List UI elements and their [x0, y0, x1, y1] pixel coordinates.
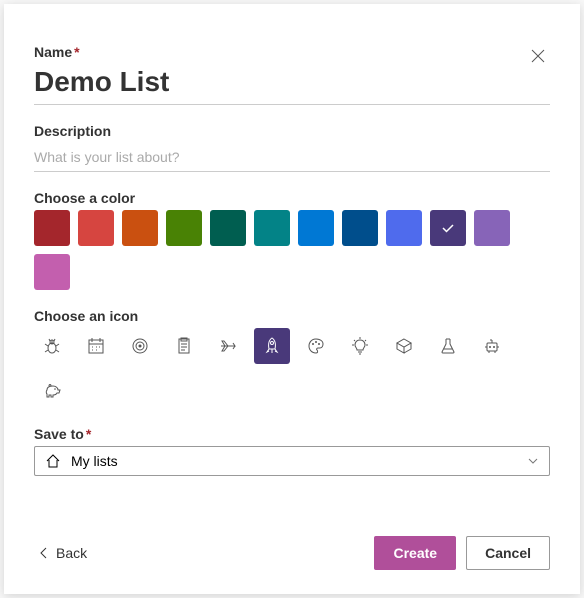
color-swatch-dark-blue[interactable] [342, 210, 378, 246]
bug-icon [42, 336, 62, 356]
description-input[interactable] [34, 143, 550, 172]
icon-option-clipboard[interactable] [166, 328, 202, 364]
save-to-field: Save to* My lists [34, 426, 550, 476]
icon-option-piggy-bank[interactable] [34, 372, 70, 408]
name-label: Name* [34, 44, 550, 60]
color-swatch-indigo[interactable] [386, 210, 422, 246]
name-input[interactable] [34, 64, 550, 105]
airplane-icon [218, 336, 238, 356]
back-label: Back [56, 545, 87, 561]
home-icon [45, 453, 61, 469]
color-swatch-dark-teal[interactable] [210, 210, 246, 246]
lightbulb-icon [350, 336, 370, 356]
icon-option-robot[interactable] [474, 328, 510, 364]
cube-icon [394, 336, 414, 356]
color-swatch-red[interactable] [78, 210, 114, 246]
icon-option-calendar[interactable] [78, 328, 114, 364]
color-swatch-orange[interactable] [122, 210, 158, 246]
rocket-icon [262, 336, 282, 356]
icon-option-flask[interactable] [430, 328, 466, 364]
color-swatch-purple[interactable] [474, 210, 510, 246]
calendar-icon [86, 336, 106, 356]
color-swatch-dark-red[interactable] [34, 210, 70, 246]
check-icon [440, 220, 456, 236]
required-mark: * [74, 44, 79, 60]
icon-option-bug[interactable] [34, 328, 70, 364]
description-label: Description [34, 123, 550, 139]
description-field: Description [34, 123, 550, 172]
clipboard-icon [174, 336, 194, 356]
chevron-left-icon [38, 546, 50, 560]
icon-option-cube[interactable] [386, 328, 422, 364]
icon-grid [34, 328, 550, 408]
cancel-button[interactable]: Cancel [466, 536, 550, 570]
create-list-modal: Name* Description Choose a color Choose … [4, 4, 580, 594]
color-swatch-dark-purple[interactable] [430, 210, 466, 246]
color-label: Choose a color [34, 190, 550, 206]
save-to-select[interactable]: My lists [34, 446, 550, 476]
palette-icon [306, 336, 326, 356]
required-mark: * [86, 426, 91, 442]
icon-field: Choose an icon [34, 308, 550, 408]
color-swatches [34, 210, 550, 290]
color-field: Choose a color [34, 190, 550, 290]
save-to-value: My lists [71, 453, 118, 469]
piggy-bank-icon [42, 380, 62, 400]
icon-option-target[interactable] [122, 328, 158, 364]
name-field: Name* [34, 44, 550, 105]
color-swatch-pink[interactable] [34, 254, 70, 290]
color-swatch-green[interactable] [166, 210, 202, 246]
color-swatch-teal[interactable] [254, 210, 290, 246]
chevron-down-icon [527, 455, 539, 467]
save-to-label: Save to* [34, 426, 550, 442]
icon-label: Choose an icon [34, 308, 550, 324]
back-button[interactable]: Back [34, 537, 91, 569]
color-swatch-blue[interactable] [298, 210, 334, 246]
icon-option-lightbulb[interactable] [342, 328, 378, 364]
icon-option-palette[interactable] [298, 328, 334, 364]
modal-footer: Back Create Cancel [34, 524, 550, 570]
create-button[interactable]: Create [374, 536, 456, 570]
close-icon [531, 49, 545, 63]
target-icon [130, 336, 150, 356]
close-button[interactable] [526, 44, 550, 68]
icon-option-rocket[interactable] [254, 328, 290, 364]
robot-icon [482, 336, 502, 356]
flask-icon [438, 336, 458, 356]
icon-option-airplane[interactable] [210, 328, 246, 364]
